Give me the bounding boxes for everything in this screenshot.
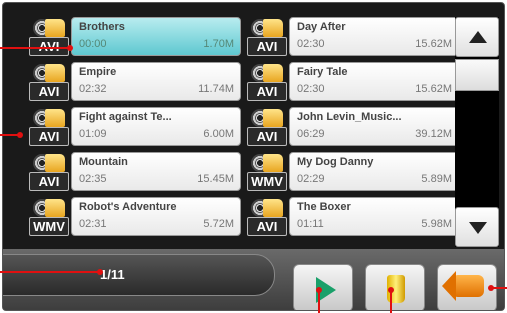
- file-item[interactable]: AVI Fairy Tale 02:30 15.62M: [243, 62, 461, 102]
- file-duration: 02:35: [79, 173, 107, 185]
- video-file-icon: AVI: [243, 197, 287, 237]
- file-item[interactable]: AVI Day After 02:30 15.62M: [243, 17, 461, 57]
- file-row: AVI Empire 02:32 11.74M AVI Fairy Tale 0…: [17, 62, 459, 102]
- video-file-icon: WMV: [243, 152, 287, 192]
- file-size: 15.62M: [415, 83, 452, 95]
- callout-line: [390, 290, 392, 313]
- format-badge: WMV: [247, 172, 287, 191]
- video-file-icon: AVI: [25, 17, 69, 57]
- video-file-icon: AVI: [243, 17, 287, 57]
- scrollbar[interactable]: [455, 17, 499, 247]
- file-title: Brothers: [79, 21, 125, 33]
- video-file-icon: AVI: [243, 62, 287, 102]
- arrow-up-icon: [469, 31, 487, 43]
- scroll-up-button[interactable]: [455, 17, 499, 57]
- file-title: John Levin_Music...: [297, 111, 402, 123]
- file-title: Empire: [79, 66, 117, 78]
- file-row: WMV Robot's Adventure 02:31 5.72M AVI Th…: [17, 197, 459, 237]
- callout-line: [318, 290, 320, 313]
- scroll-down-button[interactable]: [455, 207, 499, 247]
- callout-dot: [67, 45, 73, 51]
- callout-line: [0, 271, 100, 273]
- format-badge: AVI: [29, 82, 69, 101]
- file-title: The Boxer: [297, 201, 351, 213]
- file-card[interactable]: Fairy Tale 02:30 15.62M: [289, 62, 459, 101]
- file-title: Mountain: [79, 156, 128, 168]
- file-item[interactable]: AVI Empire 02:32 11.74M: [25, 62, 243, 102]
- callout-dot: [17, 132, 23, 138]
- file-title: Fight against Te...: [79, 111, 172, 123]
- file-duration: 06:29: [297, 128, 325, 140]
- file-row: AVI Fight against Te... 01:09 6.00M AVI …: [17, 107, 459, 147]
- file-item[interactable]: WMV Robot's Adventure 02:31 5.72M: [25, 197, 243, 237]
- file-size: 5.89M: [421, 173, 452, 185]
- callout-dot: [388, 287, 394, 293]
- callout-dot: [97, 269, 103, 275]
- file-size: 11.74M: [198, 83, 234, 95]
- file-size: 5.98M: [421, 218, 452, 230]
- file-card[interactable]: The Boxer 01:11 5.98M: [289, 197, 459, 236]
- file-card-selected[interactable]: Brothers 00:00 1.70M: [71, 17, 241, 56]
- video-file-icon: AVI: [25, 62, 69, 102]
- arrow-down-icon: [469, 222, 487, 234]
- bottom-toolbar: 1/11: [3, 249, 504, 310]
- callout-line: [0, 47, 70, 49]
- file-size: 15.45M: [197, 173, 234, 185]
- file-size: 15.62M: [415, 38, 452, 50]
- file-card[interactable]: My Dog Danny 02:29 5.89M: [289, 152, 459, 191]
- file-size: 1.70M: [203, 38, 234, 50]
- file-title: My Dog Danny: [297, 156, 374, 168]
- format-badge: AVI: [29, 172, 69, 191]
- file-card[interactable]: Empire 02:32 11.74M: [71, 62, 241, 101]
- file-duration: 02:31: [79, 218, 107, 230]
- video-file-icon: AVI: [25, 152, 69, 192]
- file-duration: 02:29: [297, 173, 325, 185]
- file-size: 5.72M: [203, 218, 234, 230]
- play-button[interactable]: [293, 264, 353, 310]
- file-title: Robot's Adventure: [79, 201, 177, 213]
- file-card[interactable]: Day After 02:30 15.62M: [289, 17, 459, 56]
- file-duration: 02:30: [297, 38, 325, 50]
- callout-dot: [488, 285, 494, 291]
- page-indicator: 1/11: [3, 254, 275, 296]
- format-badge: AVI: [247, 217, 287, 236]
- file-duration: 02:32: [79, 83, 107, 95]
- file-row: AVI Brothers 00:00 1.70M AVI Day After 0…: [17, 17, 459, 57]
- video-file-icon: AVI: [243, 107, 287, 147]
- file-size: 6.00M: [203, 128, 234, 140]
- format-badge: AVI: [29, 127, 69, 146]
- file-duration: 01:09: [79, 128, 107, 140]
- file-title: Day After: [297, 21, 346, 33]
- file-item[interactable]: AVI Brothers 00:00 1.70M: [25, 17, 243, 57]
- callout-dot: [316, 287, 322, 293]
- file-item[interactable]: WMV My Dog Danny 02:29 5.89M: [243, 152, 461, 192]
- format-badge: WMV: [29, 217, 69, 236]
- back-arrow-icon: [442, 271, 484, 301]
- file-item[interactable]: AVI Fight against Te... 01:09 6.00M: [25, 107, 243, 147]
- file-card[interactable]: John Levin_Music... 06:29 39.12M: [289, 107, 459, 146]
- scroll-thumb[interactable]: [455, 59, 499, 91]
- video-file-icon: AVI: [25, 107, 69, 147]
- file-item[interactable]: AVI The Boxer 01:11 5.98M: [243, 197, 461, 237]
- file-title: Fairy Tale: [297, 66, 348, 78]
- file-card[interactable]: Fight against Te... 01:09 6.00M: [71, 107, 241, 146]
- file-item[interactable]: AVI Mountain 02:35 15.45M: [25, 152, 243, 192]
- file-size: 39.12M: [415, 128, 452, 140]
- file-duration: 02:30: [297, 83, 325, 95]
- file-duration: 01:11: [297, 218, 324, 230]
- format-badge: AVI: [247, 37, 287, 56]
- format-badge: AVI: [247, 127, 287, 146]
- delete-button[interactable]: [365, 264, 425, 310]
- video-browser-screen: AVI Brothers 00:00 1.70M AVI Day After 0…: [2, 2, 505, 311]
- file-row: AVI Mountain 02:35 15.45M WMV My Dog Dan…: [17, 152, 459, 192]
- file-card[interactable]: Robot's Adventure 02:31 5.72M: [71, 197, 241, 236]
- format-badge: AVI: [247, 82, 287, 101]
- video-file-icon: WMV: [25, 197, 69, 237]
- file-card[interactable]: Mountain 02:35 15.45M: [71, 152, 241, 191]
- page-count: 1/11: [100, 267, 125, 282]
- file-item[interactable]: AVI John Levin_Music... 06:29 39.12M: [243, 107, 461, 147]
- file-duration: 00:00: [79, 38, 107, 50]
